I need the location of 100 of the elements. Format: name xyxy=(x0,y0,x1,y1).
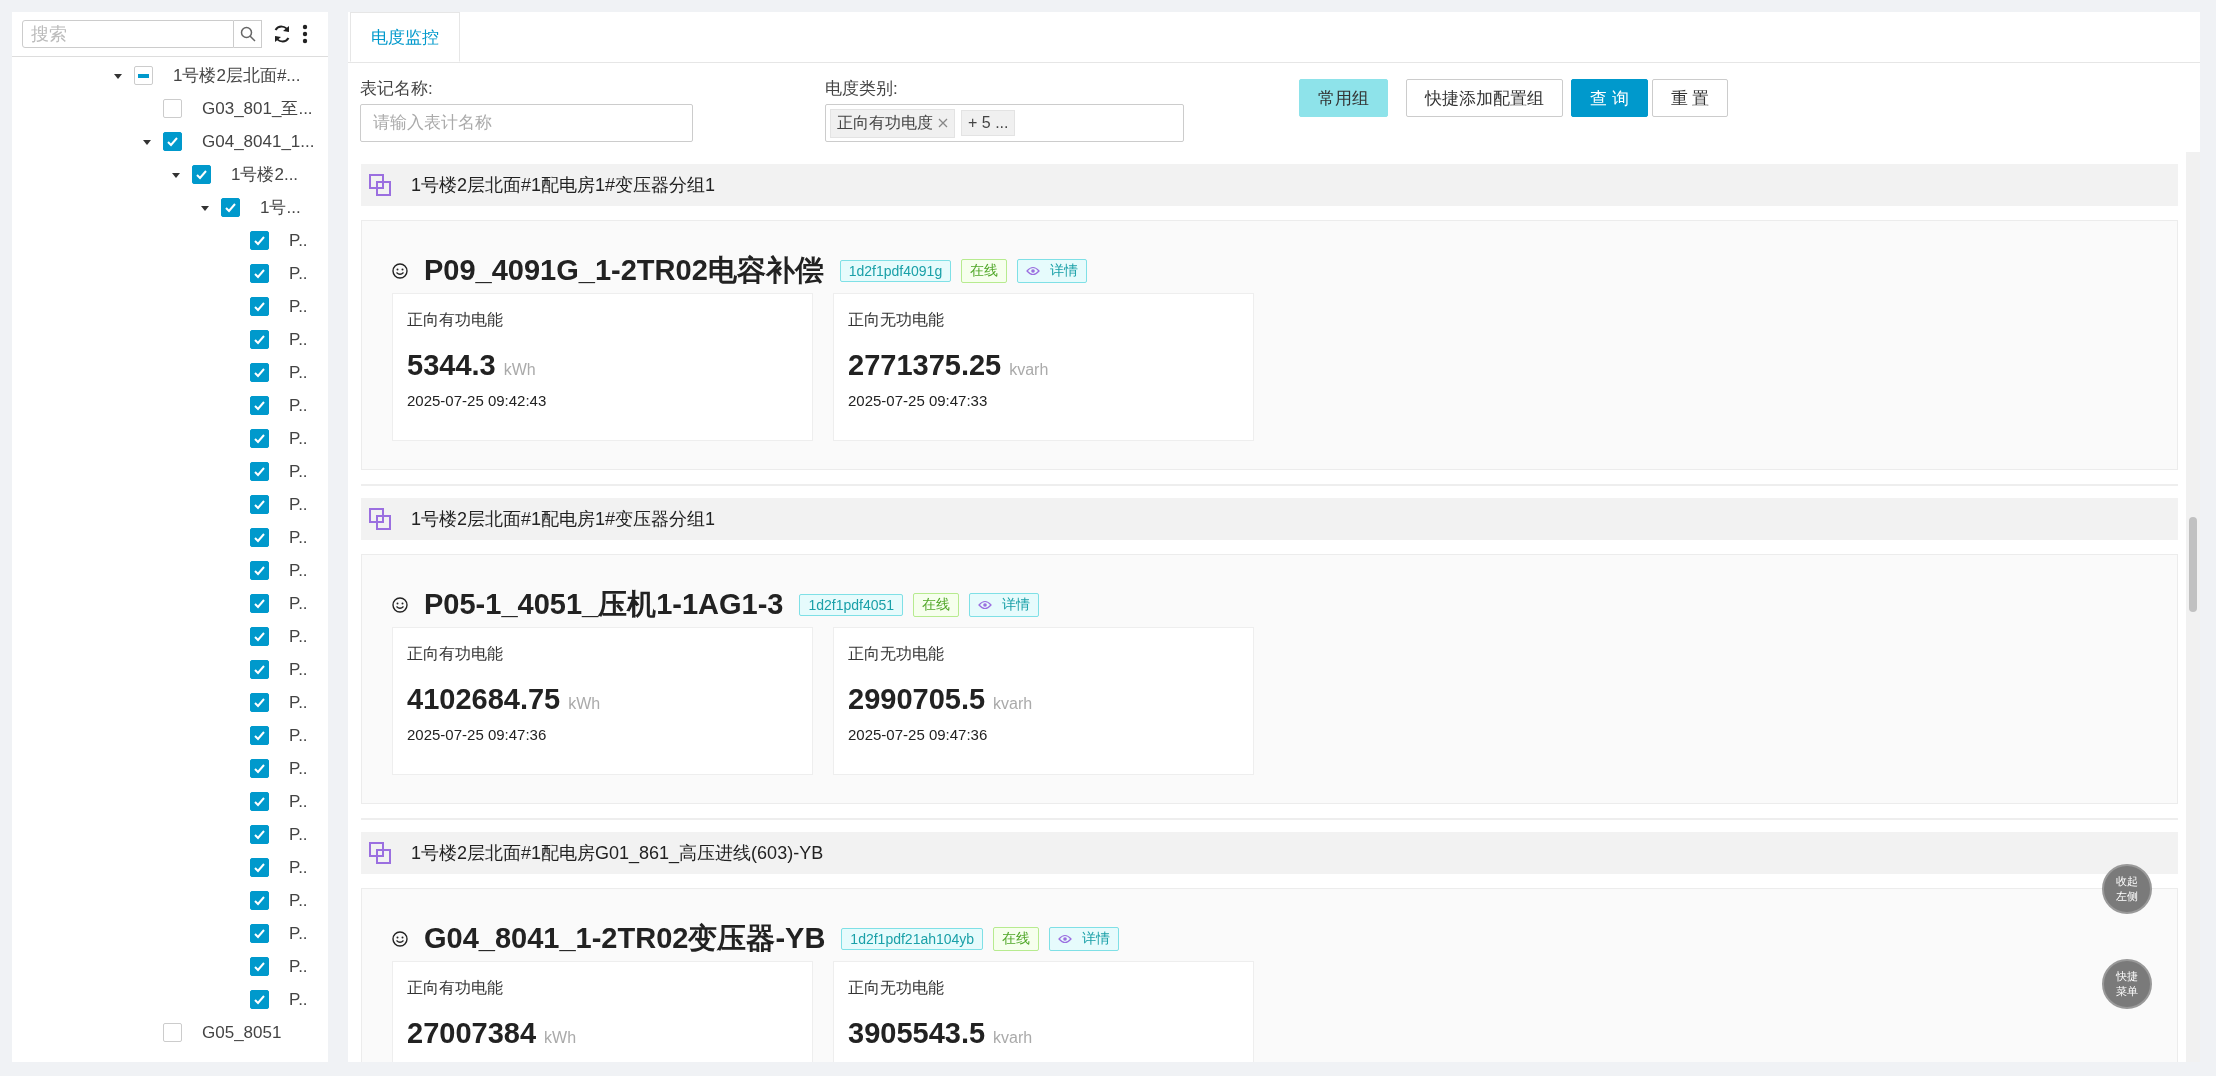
check-icon xyxy=(253,729,266,742)
tree-item[interactable]: P.. xyxy=(289,659,308,680)
tree-checkbox[interactable] xyxy=(250,858,269,877)
tree-checkbox[interactable] xyxy=(250,429,269,448)
tree-checkbox[interactable] xyxy=(250,825,269,844)
tree-item[interactable]: P.. xyxy=(289,362,308,383)
reading-label: 正向有功电能 xyxy=(407,978,504,998)
tree-item[interactable]: P.. xyxy=(289,791,308,812)
reading-unit: kvarh xyxy=(993,1029,1033,1047)
tree-checkbox[interactable] xyxy=(250,660,269,679)
tree-checkbox[interactable] xyxy=(250,495,269,514)
tree-checkbox[interactable] xyxy=(250,891,269,910)
group-title: 1号楼2层北面#1配电房1#变压器分组1 xyxy=(411,174,716,197)
reading-label: 正向有功电能 xyxy=(407,644,504,664)
tree-checkbox[interactable] xyxy=(163,1023,182,1042)
tree-checkbox[interactable] xyxy=(163,99,182,118)
reading-value: 5344.3 xyxy=(407,349,496,382)
check-icon xyxy=(253,465,266,478)
eye-icon xyxy=(1026,266,1041,276)
tree-checkbox[interactable] xyxy=(250,561,269,580)
tree-item[interactable]: P.. xyxy=(289,692,308,713)
tree-item[interactable]: P.. xyxy=(289,989,308,1010)
check-icon xyxy=(253,366,266,379)
tree-item[interactable]: P.. xyxy=(289,263,308,284)
tree-item[interactable]: P.. xyxy=(289,857,308,878)
action-button[interactable]: 重 置 xyxy=(1651,79,1729,117)
tree-checkbox[interactable] xyxy=(250,726,269,745)
tree-item[interactable]: P.. xyxy=(289,890,308,911)
tree-checkbox[interactable] xyxy=(250,264,269,283)
tree-item[interactable]: P.. xyxy=(289,956,308,977)
tree-item[interactable]: 1号... xyxy=(260,196,301,219)
refresh-button[interactable] xyxy=(272,24,292,44)
tree-item[interactable]: G03_801_至... xyxy=(202,97,313,120)
check-icon xyxy=(253,300,266,313)
check-icon xyxy=(253,267,266,280)
tree-item[interactable]: P.. xyxy=(289,494,308,515)
meter-name: P05-1_4051_压机1-1AG1-3 xyxy=(424,587,784,622)
check-icon xyxy=(253,828,266,841)
action-button[interactable]: 常用组 xyxy=(1299,79,1388,117)
select-field[interactable]: 正向有功电度 + 5 ... xyxy=(825,104,1184,142)
search-icon xyxy=(239,26,256,42)
tree-item[interactable]: G04_8041_1... xyxy=(202,131,315,152)
tree-checkbox[interactable] xyxy=(250,528,269,547)
tree-checkbox[interactable] xyxy=(163,132,182,151)
reading-unit: kvarh xyxy=(1009,361,1049,379)
tree-item[interactable]: 1号楼2... xyxy=(231,163,299,186)
tree-item[interactable]: P.. xyxy=(289,758,308,779)
meter-name: G04_8041_1-2TR02变压器-YB xyxy=(424,921,826,956)
tree-item[interactable]: P.. xyxy=(289,296,308,317)
tree-checkbox[interactable] xyxy=(250,924,269,943)
tree-checkbox[interactable] xyxy=(250,231,269,250)
tree-item[interactable]: P.. xyxy=(289,593,308,614)
tree-item[interactable]: P.. xyxy=(289,461,308,482)
tree-checkbox[interactable] xyxy=(250,330,269,349)
tree-checkbox[interactable] xyxy=(250,396,269,415)
tree-item[interactable]: P.. xyxy=(289,725,308,746)
tree-checkbox[interactable] xyxy=(250,792,269,811)
tree-item[interactable]: P.. xyxy=(289,626,308,647)
tree-item[interactable]: P.. xyxy=(289,428,308,449)
reading-label: 正向无功电能 xyxy=(848,978,945,998)
tree-checkbox[interactable] xyxy=(250,363,269,382)
input-field[interactable]: 请输入表计名称 xyxy=(360,104,693,142)
check-icon xyxy=(224,201,237,214)
tree-item[interactable]: P.. xyxy=(289,923,308,944)
check-icon xyxy=(253,564,266,577)
refresh-icon xyxy=(272,24,292,44)
close-icon[interactable] xyxy=(938,118,948,128)
action-button[interactable]: 快捷添加配置组 xyxy=(1406,79,1563,117)
tree-item[interactable]: 1号楼2层北面#... xyxy=(173,64,301,87)
tree-checkbox[interactable] xyxy=(250,627,269,646)
tree-item[interactable]: P.. xyxy=(289,527,308,548)
reading-unit: kWh xyxy=(568,695,601,713)
tree-item[interactable]: G05_8051 xyxy=(202,1022,282,1043)
tree-checkbox[interactable] xyxy=(250,990,269,1009)
check-icon xyxy=(253,333,266,346)
reading-value: 4102684.75 xyxy=(407,683,561,716)
tree-checkbox[interactable] xyxy=(221,198,240,217)
check-icon xyxy=(253,696,266,709)
tree-checkbox[interactable] xyxy=(250,957,269,976)
tree-checkbox[interactable] xyxy=(250,594,269,613)
tree-checkbox[interactable] xyxy=(250,759,269,778)
search-button[interactable] xyxy=(234,20,262,48)
tree-item[interactable]: P.. xyxy=(289,395,308,416)
tree-checkbox[interactable] xyxy=(250,693,269,712)
tree-checkbox[interactable] xyxy=(250,297,269,316)
check-icon xyxy=(253,762,266,775)
more-button[interactable] xyxy=(302,24,308,44)
reading-time: 2025-07-25 09:42:43 xyxy=(407,392,548,409)
search-field[interactable]: 搜索 xyxy=(22,20,234,48)
tag: 正向有功电度 xyxy=(830,108,955,138)
tree-item[interactable]: P.. xyxy=(289,329,308,350)
tree-item[interactable]: P.. xyxy=(289,230,308,251)
tree-checkbox[interactable] xyxy=(134,66,153,85)
tree-item[interactable]: P.. xyxy=(289,824,308,845)
tree-checkbox[interactable] xyxy=(250,462,269,481)
scrollbar[interactable] xyxy=(2186,152,2200,1062)
check-icon xyxy=(166,135,179,148)
reading-label: 正向无功电能 xyxy=(848,644,945,664)
tree-checkbox[interactable] xyxy=(192,165,211,184)
tree-item[interactable]: P.. xyxy=(289,560,308,581)
